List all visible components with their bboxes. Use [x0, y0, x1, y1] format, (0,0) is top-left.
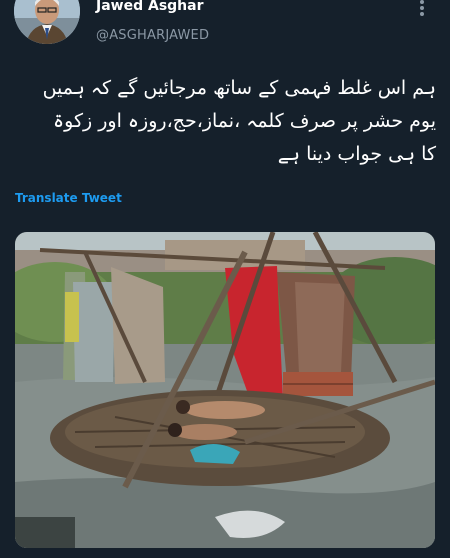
tweet-text-line: کا ہی جواب دینا ہے	[277, 143, 436, 165]
tweet-text: ہم اس غلط فہمی کے ساتھ مرجائیں گے کہ ہمی…	[14, 72, 436, 171]
tweet-text-line: ہم اس غلط فہمی کے ساتھ مرجائیں گے کہ ہمی…	[42, 77, 436, 99]
tweet-media-photo[interactable]	[15, 232, 435, 548]
more-vertical-icon	[420, 0, 424, 16]
author-handle[interactable]: @ASGHARJAWED	[96, 28, 209, 43]
user-avatar-icon	[14, 0, 80, 44]
translate-tweet-link[interactable]: Translate Tweet	[15, 191, 122, 205]
more-options-button[interactable]	[410, 0, 434, 20]
author-display-name[interactable]: Jawed Asghar	[96, 0, 204, 14]
flood-hut-photo-icon	[15, 232, 435, 548]
author-avatar[interactable]	[14, 0, 80, 44]
tweet-header: Jawed Asghar @ASGHARJAWED	[0, 0, 450, 60]
tweet-text-line: یوم حشر پر صرف کلمہ ،نماز،حج،روزہ اور زک…	[53, 110, 436, 132]
